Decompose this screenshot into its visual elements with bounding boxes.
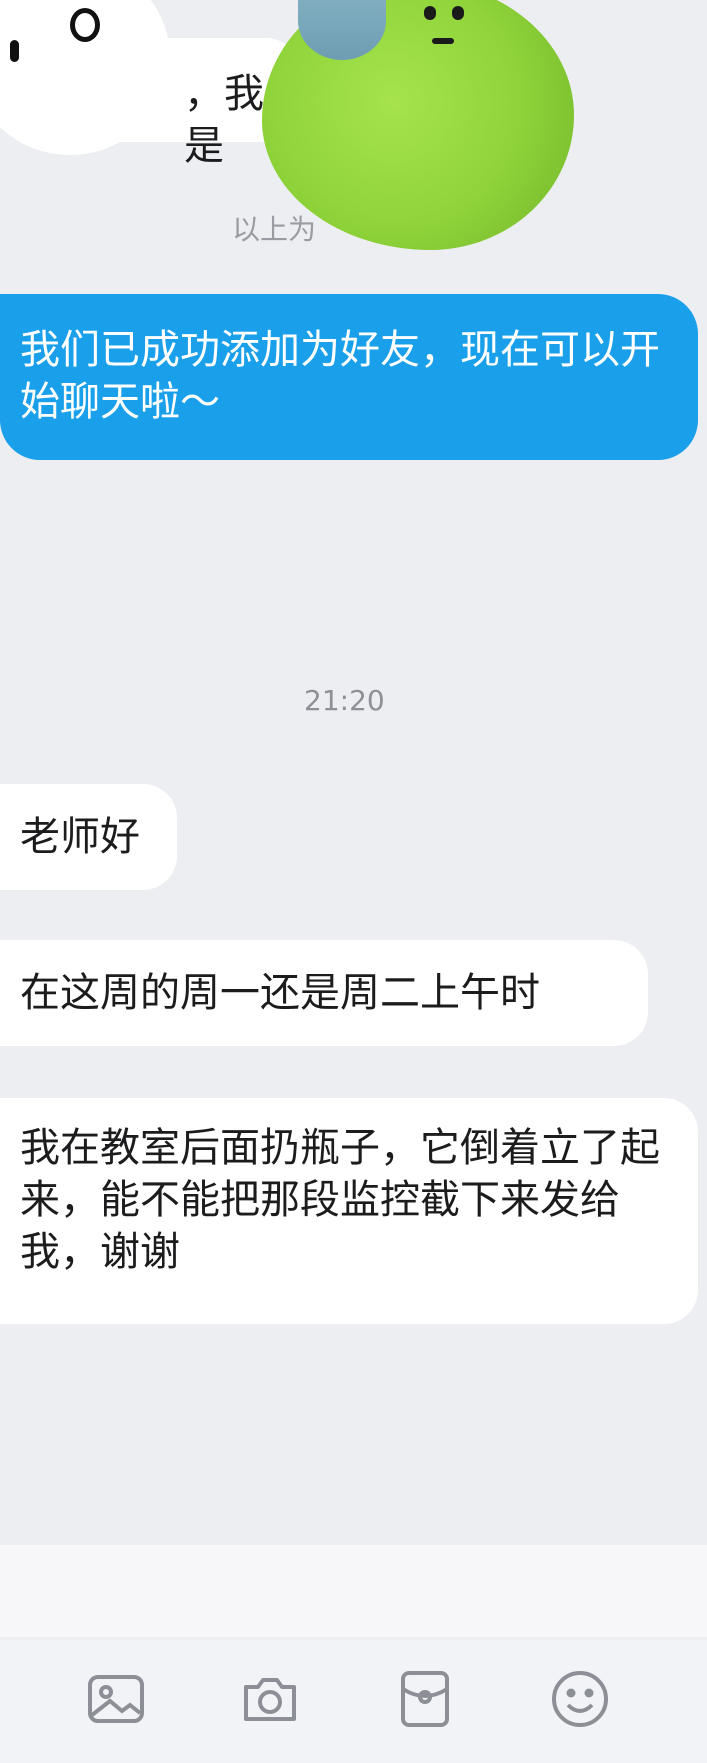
- message-text: ，我是: [184, 71, 264, 169]
- image-icon[interactable]: [84, 1667, 148, 1731]
- received-message-bubble[interactable]: 我在教室后面扔瓶子，它倒着立了起来，能不能把那段监控截下来发给我，谢谢: [0, 1098, 698, 1324]
- emoji-icon[interactable]: [548, 1667, 612, 1731]
- camera-icon[interactable]: [238, 1667, 302, 1731]
- message-text: 在这周的周一还是周二上午时: [20, 970, 540, 1016]
- system-notice: 以上为: [232, 213, 317, 246]
- received-message-bubble[interactable]: 在这周的周一还是周二上午时: [0, 940, 648, 1046]
- received-message-bubble[interactable]: 老师好: [0, 784, 177, 890]
- message-text: 我在教室后面扔瓶子，它倒着立了起来，能不能把那段监控截下来发给我，谢谢: [20, 1125, 660, 1275]
- message-input[interactable]: [0, 1545, 707, 1637]
- message-text: 我们已成功添加为好友，现在可以开始聊天啦～: [20, 327, 660, 425]
- message-text: 老师好: [20, 814, 140, 860]
- message-timestamp: 21:20: [304, 684, 385, 717]
- red-packet-icon[interactable]: [393, 1667, 457, 1731]
- sent-message-bubble[interactable]: 我们已成功添加为好友，现在可以开始聊天啦～: [0, 294, 698, 460]
